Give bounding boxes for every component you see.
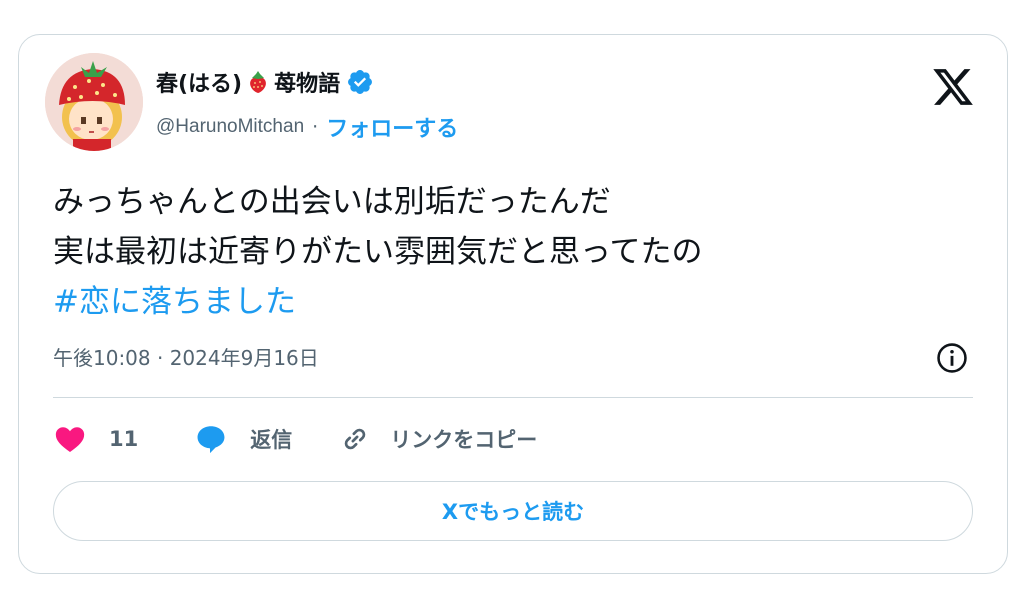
verified-badge-icon — [346, 68, 374, 96]
user-name-suffix[interactable]: 苺物語 — [274, 66, 340, 98]
tweet-text: みっちゃんとの出会いは別垢だったんだ 実は最初は近寄りがたい雰囲気だと思ってたの… — [53, 177, 702, 327]
divider — [53, 397, 973, 398]
tweet-text-line-2: 実は最初は近寄りがたい雰囲気だと思ってたの — [53, 234, 703, 270]
user-name[interactable]: 春(はる) — [156, 66, 242, 98]
user-handle[interactable]: @HarunoMitchan — [156, 116, 304, 138]
separator-dot: · — [312, 116, 319, 138]
info-icon[interactable] — [935, 341, 969, 375]
like-button[interactable]: 11 — [53, 422, 138, 456]
user-handle-row: @HarunoMitchan · フォローする — [156, 111, 458, 143]
like-count: 11 — [109, 427, 139, 451]
speech-bubble-icon — [194, 422, 228, 456]
tweet-text-line-1: みっちゃんとの出会いは別垢だったんだ — [53, 184, 611, 220]
read-more-label: Xでもっと読む — [441, 500, 585, 524]
reply-button[interactable]: 返信 — [194, 422, 292, 456]
copy-link-label: リンクをコピー — [390, 428, 538, 452]
hashtag-link[interactable]: #恋に落ちました — [53, 277, 702, 327]
read-more-button[interactable]: Xでもっと読む — [53, 481, 973, 541]
follow-button[interactable]: フォローする — [326, 111, 458, 143]
strawberry-icon — [248, 70, 268, 94]
user-name-row: 春(はる) 苺物語 — [156, 65, 374, 99]
reply-label: 返信 — [250, 428, 293, 452]
heart-icon — [53, 422, 87, 456]
tweet-card: 春(はる) 苺物語 @HarunoMitchan · フォローする みっちゃんと… — [18, 34, 1008, 574]
avatar[interactable] — [45, 53, 143, 151]
copy-link-button[interactable]: リンクをコピー — [338, 422, 537, 456]
action-bar: 11 返信 リンクをコピー — [53, 421, 537, 457]
link-icon — [338, 422, 372, 456]
tweet-timestamp[interactable]: 午後10:08 · 2024年9月16日 — [53, 342, 319, 371]
x-logo-icon[interactable] — [931, 65, 975, 109]
